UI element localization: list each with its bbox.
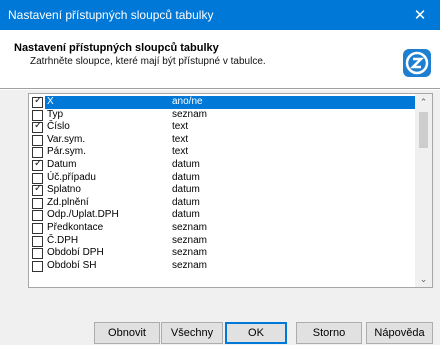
column-type: seznam (172, 259, 208, 271)
column-name: Zd.plnění (47, 196, 89, 208)
vertical-scrollbar[interactable]: ⌃ ⌄ (415, 94, 432, 287)
column-type: ano/ne (172, 96, 203, 107)
help-button[interactable]: Nápověda (366, 322, 433, 344)
list-item[interactable]: Období SH seznam (29, 260, 416, 273)
column-name: Období DPH (47, 247, 104, 259)
column-type: text (172, 121, 189, 133)
column-type: datum (172, 159, 200, 170)
list-item[interactable]: Pár.sym. text (29, 146, 416, 159)
column-checkbox[interactable] (32, 134, 43, 146)
checkmark-icon: ✓ (34, 183, 43, 195)
list-item[interactable]: Č.DPH seznam (29, 235, 416, 248)
header-subtitle: Zatrhněte sloupce, které mají být přístu… (30, 56, 266, 67)
column-type: datum (172, 209, 200, 221)
column-checkbox[interactable] (32, 260, 43, 272)
column-name: Splatno (47, 184, 81, 196)
select-all-button[interactable]: Všechny (161, 322, 223, 344)
column-checkbox[interactable] (32, 210, 43, 222)
dialog-header: Nastavení přístupných sloupců tabulky Za… (0, 30, 440, 88)
refresh-button[interactable]: Obnovit (94, 322, 160, 344)
selection-highlight (45, 96, 416, 109)
column-checkbox[interactable]: ✓ (32, 158, 43, 171)
list-item[interactable]: Typ seznam (29, 109, 416, 122)
column-checkbox[interactable] (32, 235, 43, 247)
column-type: seznam (172, 234, 208, 246)
column-name: Odp./Uplat.DPH (47, 209, 119, 221)
column-checkbox[interactable]: ✓ (32, 183, 43, 197)
header-title: Nastavení přístupných sloupců tabulky (14, 42, 219, 54)
list-item[interactable]: ✓ Splatno datum (29, 183, 416, 197)
column-type: datum (172, 196, 200, 208)
column-name: Typ (47, 108, 64, 120)
column-checkbox[interactable]: ✓ (32, 95, 43, 108)
column-type: seznam (172, 247, 208, 259)
ok-button[interactable]: OK (225, 322, 287, 344)
list-item[interactable]: Období DPH seznam (29, 247, 416, 260)
column-type: seznam (172, 108, 208, 120)
list-item[interactable]: ✓ Číslo text (29, 120, 416, 134)
scroll-down-icon[interactable]: ⌄ (415, 271, 432, 287)
column-name: Číslo (47, 121, 70, 133)
column-checkbox[interactable] (32, 109, 43, 121)
cancel-button[interactable]: Storno (296, 322, 362, 344)
dialog-content: ✓ Xano/ne Typ seznam ✓ Číslo text Var.sym. text P… (0, 90, 440, 345)
column-type: datum (172, 171, 200, 183)
column-name: Pár.sym. (47, 146, 86, 158)
columns-list[interactable]: ✓ Xano/ne Typ seznam ✓ Číslo text Var.sym. text P… (28, 93, 433, 288)
column-type: datum (172, 184, 200, 196)
list-item[interactable]: Zd.plnění datum (29, 197, 416, 210)
column-name: Předkontace (47, 222, 104, 233)
column-type: text (172, 146, 189, 158)
app-logo-icon (403, 49, 431, 77)
list-item[interactable]: ✓ Datum datum (29, 158, 416, 172)
column-checkbox[interactable] (32, 248, 43, 260)
column-checkbox[interactable] (32, 197, 43, 209)
list-item[interactable]: Předkontace seznam (29, 222, 416, 235)
list-item[interactable]: ✓ Xano/ne (29, 95, 416, 109)
column-checkbox[interactable]: ✓ (32, 120, 43, 134)
column-type: seznam (172, 222, 208, 233)
column-name: Var.sym. (47, 133, 86, 145)
title-bar: Nastavení přístupných sloupců tabulky ✕ (0, 0, 440, 30)
checkmark-icon: ✓ (34, 158, 43, 169)
column-name: Úč.případu (47, 171, 96, 183)
column-name: Datum (47, 159, 77, 170)
list-item[interactable]: Úč.případu datum (29, 172, 416, 185)
column-name: Období SH (47, 259, 97, 271)
column-checkbox[interactable] (32, 172, 43, 184)
list-item[interactable]: Odp./Uplat.DPH datum (29, 209, 416, 222)
list-item[interactable]: Var.sym. text (29, 134, 416, 147)
scroll-thumb[interactable] (419, 112, 428, 148)
checkmark-icon: ✓ (34, 95, 43, 106)
checkmark-icon: ✓ (34, 120, 43, 132)
scroll-up-icon[interactable]: ⌃ (415, 94, 432, 110)
column-checkbox[interactable] (32, 147, 43, 159)
column-name: Č.DPH (47, 234, 79, 246)
column-type: text (172, 133, 189, 145)
column-name: X (47, 96, 54, 107)
column-checkbox[interactable] (32, 223, 43, 234)
window-title: Nastavení přístupných sloupců tabulky (8, 8, 214, 22)
close-icon[interactable]: ✕ (400, 0, 440, 30)
